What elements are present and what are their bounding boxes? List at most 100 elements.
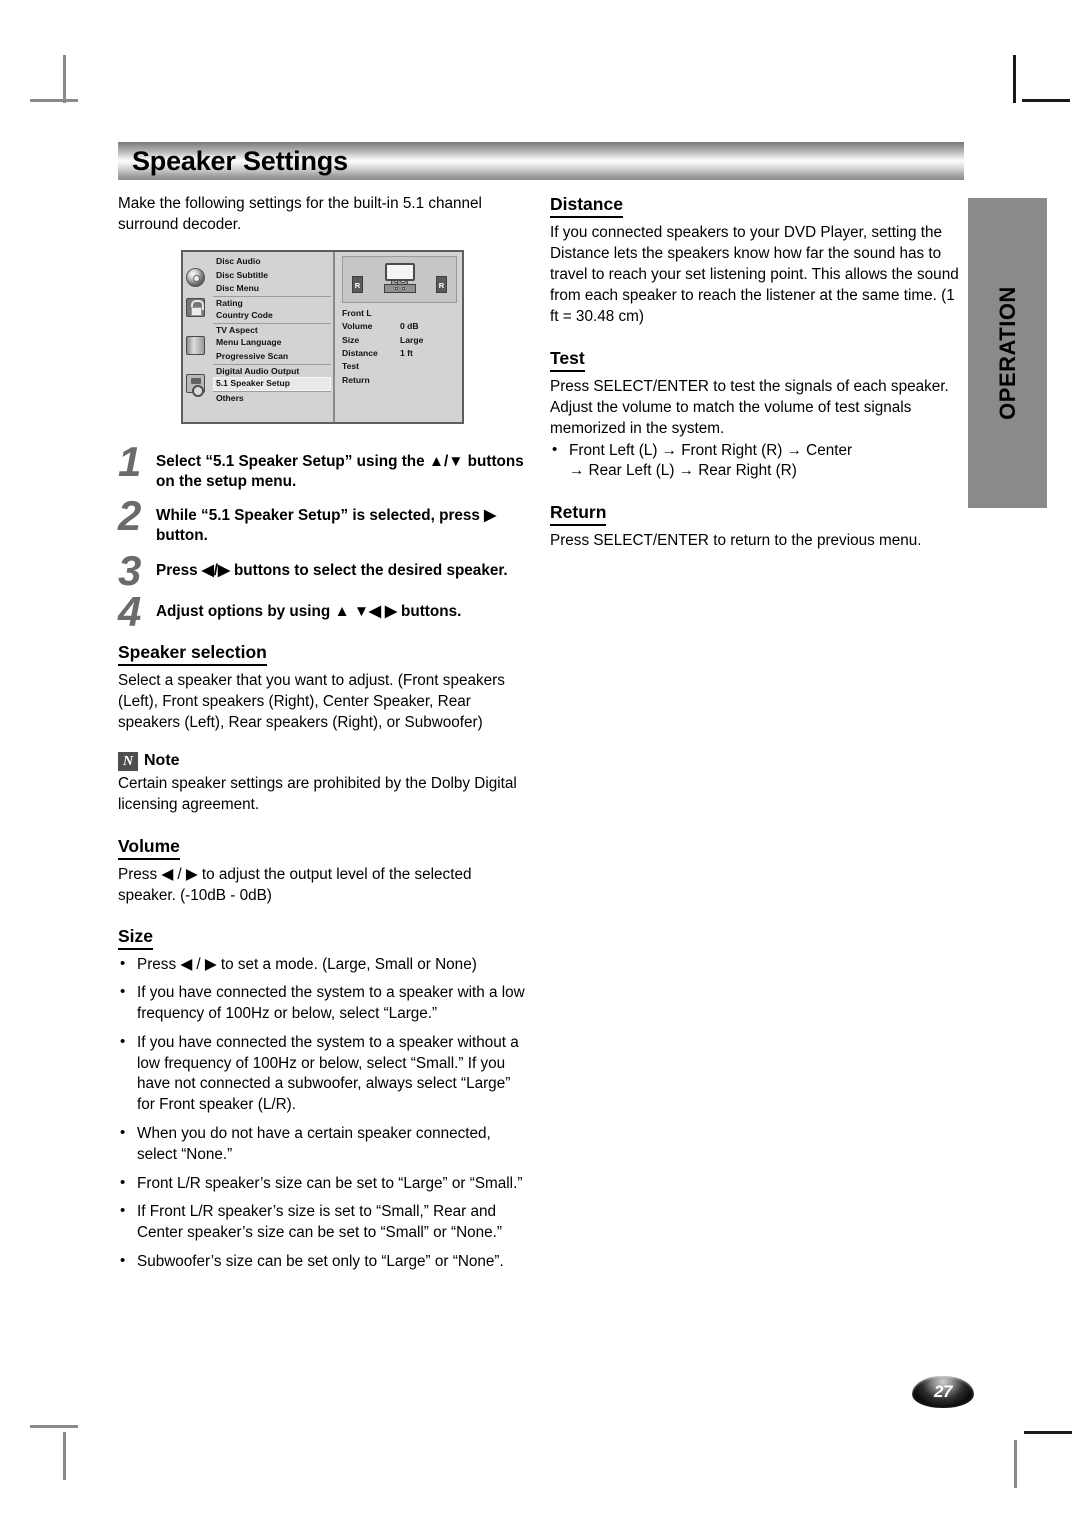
step-3: 3 Press ◀/▶ buttons to select the desire… — [118, 549, 530, 591]
detail-row-return[interactable]: Return — [342, 374, 457, 387]
document-page: Speaker Settings OPERATION Make the foll… — [0, 0, 1080, 1528]
crop-mark-bottom-right-vertical — [1014, 1440, 1017, 1488]
section-return: Return Press SELECT/ENTER to return to t… — [550, 502, 960, 552]
detail-label-size: Size — [342, 334, 360, 345]
heading-speaker-selection: Speaker selection — [118, 642, 267, 666]
rear-right-speaker-icon: R — [436, 275, 447, 293]
rear-left-speaker-icon: R — [352, 275, 363, 293]
lock-icon — [186, 297, 205, 317]
crop-mark-top-right-horizontal — [1022, 99, 1070, 102]
detail-label-test: Test — [342, 361, 360, 372]
audio-output-icon — [186, 373, 205, 397]
step-3-text: Press ◀/▶ buttons to select the desired … — [156, 561, 508, 579]
step-1-number: 1 — [118, 437, 142, 485]
size-bullet-5: Front L/R speaker’s size can be set to “… — [118, 1173, 530, 1195]
detail-label-volume: Volume — [342, 321, 373, 332]
menu-item-menu-language[interactable]: Menu Language — [213, 336, 331, 350]
note-icon: N — [118, 751, 138, 771]
heading-size: Size — [118, 926, 154, 951]
size-bullet-3: If you have connected the system to a sp… — [118, 1032, 530, 1116]
setup-menu-list-panel: Disc Audio Disc Subtitle Disc Menu Ratin… — [183, 251, 335, 422]
page-title-bar: Speaker Settings — [118, 142, 964, 180]
setup-menu-detail-panel: R R Front L Volume 0 dB Size Large Dista… — [335, 251, 462, 422]
crop-mark-bottom-left-horizontal — [30, 1425, 78, 1428]
size-bullet-list: Press ◀ / ▶ to set a mode. (Large, Small… — [118, 954, 530, 1273]
heading-volume: Volume — [118, 836, 180, 860]
menu-item-disc-subtitle[interactable]: Disc Subtitle — [213, 269, 331, 283]
crop-mark-bottom-right-horizontal — [1024, 1431, 1072, 1434]
step-1-text: Select “5.1 Speaker Setup” using the ▲/▼… — [156, 452, 524, 490]
section-tab-operation: OPERATION — [968, 198, 1047, 508]
detail-value-volume: 0 dB — [400, 321, 419, 332]
size-bullet-6: If Front L/R speaker’s size is set to “S… — [118, 1201, 530, 1244]
section-test: Test Press SELECT/ENTER to test the sign… — [550, 348, 960, 483]
step-4-text: Adjust options by using ▲ ▼◀ ▶ buttons. — [156, 602, 462, 620]
heading-distance: Distance — [550, 194, 623, 218]
heading-test: Test — [550, 348, 585, 372]
detail-speaker-name: Front L — [342, 307, 372, 318]
detail-row-speaker: Front L — [342, 307, 457, 320]
menu-item-country-code[interactable]: Country Code — [213, 309, 331, 323]
step-4: 4 Adjust options by using ▲ ▼◀ ▶ buttons… — [118, 590, 530, 632]
section-tab-label: OPERATION — [994, 286, 1020, 420]
crop-mark-top-left-vertical — [63, 55, 66, 103]
step-4-number: 4 — [118, 587, 142, 635]
step-3-number: 3 — [118, 546, 142, 594]
tv-icon — [186, 335, 205, 355]
note-block: N Note Certain speaker settings are proh… — [118, 751, 530, 816]
step-2-text: While “5.1 Speaker Setup” is selected, p… — [156, 507, 496, 545]
detail-row-size[interactable]: Size Large — [342, 334, 457, 347]
step-2-number: 2 — [118, 492, 142, 540]
page-number-badge: 27 — [912, 1376, 974, 1408]
detail-label-return: Return — [342, 374, 370, 385]
size-bullet-4: When you do not have a certain speaker c… — [118, 1123, 530, 1166]
setup-menu-icon-column — [186, 256, 212, 397]
note-header: N Note — [118, 751, 530, 771]
intro-paragraph: Make the following settings for the buil… — [118, 195, 482, 233]
crop-mark-top-right-vertical — [1013, 55, 1016, 103]
size-bullet-1: Press ◀ / ▶ to set a mode. (Large, Small… — [118, 954, 530, 976]
menu-item-disc-audio[interactable]: Disc Audio — [213, 255, 331, 269]
setup-menu-items: Disc Audio Disc Subtitle Disc Menu Ratin… — [213, 255, 333, 405]
speaker-layout-diagram: R R — [342, 255, 457, 303]
section-distance: Distance If you connected speakers to yo… — [550, 194, 960, 328]
page-title: Speaker Settings — [132, 145, 348, 176]
crop-mark-top-left-horizontal — [30, 99, 78, 102]
size-bullet-7: Subwoofer’s size can be set only to “Lar… — [118, 1251, 530, 1273]
heading-return: Return — [550, 502, 607, 527]
step-1: 1 Select “5.1 Speaker Setup” using the ▲… — [118, 440, 530, 491]
detail-row-distance[interactable]: Distance 1 ft — [342, 347, 457, 360]
note-label: Note — [144, 752, 180, 770]
menu-item-tv-aspect[interactable]: TV Aspect — [213, 322, 331, 337]
numbered-steps: 1 Select “5.1 Speaker Setup” using the ▲… — [118, 440, 530, 632]
section-size: Size Press ◀ / ▶ to set a mode. (Large, … — [118, 926, 530, 1272]
test-sequence-line-2: → Rear Left (L) → Rear Right (R) — [569, 462, 797, 480]
menu-item-progressive-scan[interactable]: Progressive Scan — [213, 350, 331, 364]
page-number: 27 — [934, 1382, 952, 1401]
return-body: Press SELECT/ENTER to return to the prev… — [550, 532, 922, 550]
section-speaker-selection: Speaker selection Select a speaker that … — [118, 642, 530, 734]
detail-row-test[interactable]: Test — [342, 360, 457, 373]
detail-value-distance: 1 ft — [400, 348, 413, 359]
detail-label-distance: Distance — [342, 348, 378, 359]
step-2: 2 While “5.1 Speaker Setup” is selected,… — [118, 495, 530, 545]
volume-body: Press ◀ / ▶ to adjust the output level o… — [118, 865, 472, 904]
setup-menu-screenshot: Disc Audio Disc Subtitle Disc Menu Ratin… — [181, 249, 464, 424]
left-column: Make the following settings for the buil… — [118, 194, 530, 1281]
size-bullet-2: If you have connected the system to a sp… — [118, 982, 530, 1025]
menu-item-disc-menu[interactable]: Disc Menu — [213, 282, 331, 296]
test-body: Press SELECT/ENTER to test the signals o… — [550, 377, 949, 437]
menu-item-rating[interactable]: Rating — [213, 295, 331, 310]
crop-mark-bottom-left-vertical — [63, 1432, 66, 1480]
distance-body: If you connected speakers to your DVD Pl… — [550, 224, 959, 325]
note-body: Certain speaker settings are prohibited … — [118, 774, 517, 813]
center-speaker-icon — [383, 283, 416, 293]
menu-item-others[interactable]: Others — [213, 390, 331, 405]
speaker-selection-body: Select a speaker that you want to adjust… — [118, 671, 505, 731]
menu-item-speaker-setup[interactable]: 5.1 Speaker Setup — [213, 377, 331, 391]
tv-screen-icon — [384, 262, 415, 281]
menu-item-digital-audio-output[interactable]: Digital Audio Output — [213, 363, 331, 378]
test-sequence-list: Front Left (L) → Front Right (R) → Cente… — [550, 440, 960, 462]
disc-icon — [186, 267, 205, 287]
detail-row-volume[interactable]: Volume 0 dB — [342, 320, 457, 333]
